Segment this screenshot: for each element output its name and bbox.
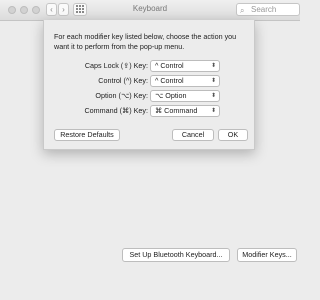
set-up-bluetooth-keyboard-button[interactable]: Set Up Bluetooth Keyboard... <box>122 248 230 262</box>
title-bar: ‹ › Keyboard ⌕ Search <box>0 0 300 21</box>
caps-lock-popup[interactable]: ^ Control ⬍ <box>150 60 220 72</box>
control-popup[interactable]: ^ Control ⬍ <box>150 75 220 87</box>
updown-chevron-icon: ⬍ <box>210 108 216 114</box>
command-value: ⌘ Command <box>155 106 198 115</box>
command-row: Command (⌘) Key: ⌘ Command ⬍ <box>44 105 256 117</box>
updown-chevron-icon: ⬍ <box>210 93 216 99</box>
control-value: ^ Control <box>155 76 184 85</box>
sheet-instructions: For each modifier key listed below, choo… <box>54 32 237 51</box>
control-row: Control (^) Key: ^ Control ⬍ <box>44 75 256 87</box>
control-label: Control (^) Key: <box>98 76 148 85</box>
caps-lock-label: Caps Lock (⇪) Key: <box>84 61 148 70</box>
updown-chevron-icon: ⬍ <box>210 63 216 69</box>
command-popup[interactable]: ⌘ Command ⬍ <box>150 105 220 117</box>
restore-defaults-button[interactable]: Restore Defaults <box>54 129 120 141</box>
caps-lock-value: ^ Control <box>155 61 184 70</box>
option-value: ⌥ Option <box>155 91 187 100</box>
modifier-keys-button[interactable]: Modifier Keys... <box>237 248 297 262</box>
command-label: Command (⌘) Key: <box>84 106 148 115</box>
option-label: Option (⌥) Key: <box>95 91 148 100</box>
updown-chevron-icon: ⬍ <box>210 78 216 84</box>
ok-button[interactable]: OK <box>218 129 248 141</box>
option-row: Option (⌥) Key: ⌥ Option ⬍ <box>44 90 256 102</box>
search-icon: ⌕ <box>240 6 245 15</box>
search-placeholder: Search <box>251 5 277 14</box>
search-input[interactable]: ⌕ Search <box>236 3 300 16</box>
modifier-keys-sheet: For each modifier key listed below, choo… <box>43 20 255 150</box>
cancel-button[interactable]: Cancel <box>172 129 214 141</box>
option-popup[interactable]: ⌥ Option ⬍ <box>150 90 220 102</box>
caps-lock-row: Caps Lock (⇪) Key: ^ Control ⬍ <box>44 60 256 72</box>
